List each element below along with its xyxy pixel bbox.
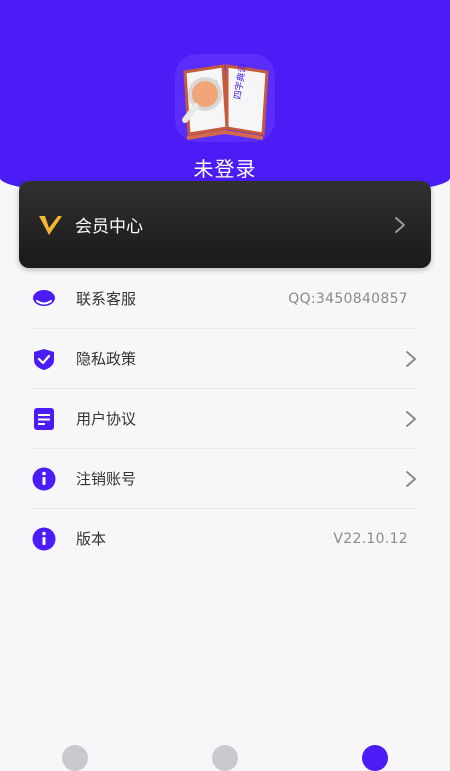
menu-item-version: 版本 V22.10.12 [32,508,418,568]
menu-item-label: 注销账号 [76,470,137,488]
chevron-right-icon [406,410,416,427]
vip-center-label: 会员中心 [75,217,143,237]
vip-v-icon [39,215,62,235]
chevron-right-icon [395,216,405,233]
app-logo: 四字典词 [175,54,275,142]
vip-center-card[interactable]: 会员中心 [19,181,431,268]
explore-tab-icon[interactable] [212,745,238,771]
menu-item-contact-service[interactable]: 联系客服 QQ:3450840857 [32,269,418,328]
document-icon [34,407,54,430]
version-value: V22.10.12 [333,530,408,547]
chevron-right-icon [406,350,416,367]
customer-service-icon [33,289,55,306]
bottom-tab-bar [0,740,450,771]
info-icon [32,467,56,490]
profile-tab-icon[interactable] [362,745,388,771]
menu-item-label: 联系客服 [76,290,137,308]
menu-item-label: 版本 [76,530,107,548]
login-status[interactable]: 未登录 [0,153,450,182]
chevron-right-icon [406,470,416,487]
menu-item-label: 隐私政策 [76,350,137,368]
home-tab-icon[interactable] [62,745,88,771]
dictionary-book-icon: 四字典词 [182,63,269,140]
menu-item-cancel-account[interactable]: 注销账号 [32,448,418,508]
menu-item-privacy-policy[interactable]: 隐私政策 [32,328,418,388]
menu-item-label: 用户协议 [76,410,137,428]
shield-check-icon [34,348,54,370]
info-icon [32,527,56,550]
contact-qq-value: QQ:3450840857 [288,290,408,307]
menu-item-user-agreement[interactable]: 用户协议 [32,388,418,448]
settings-menu: 联系客服 QQ:3450840857 隐私政策 用户协议 注销账号 版本 V22… [0,269,450,568]
